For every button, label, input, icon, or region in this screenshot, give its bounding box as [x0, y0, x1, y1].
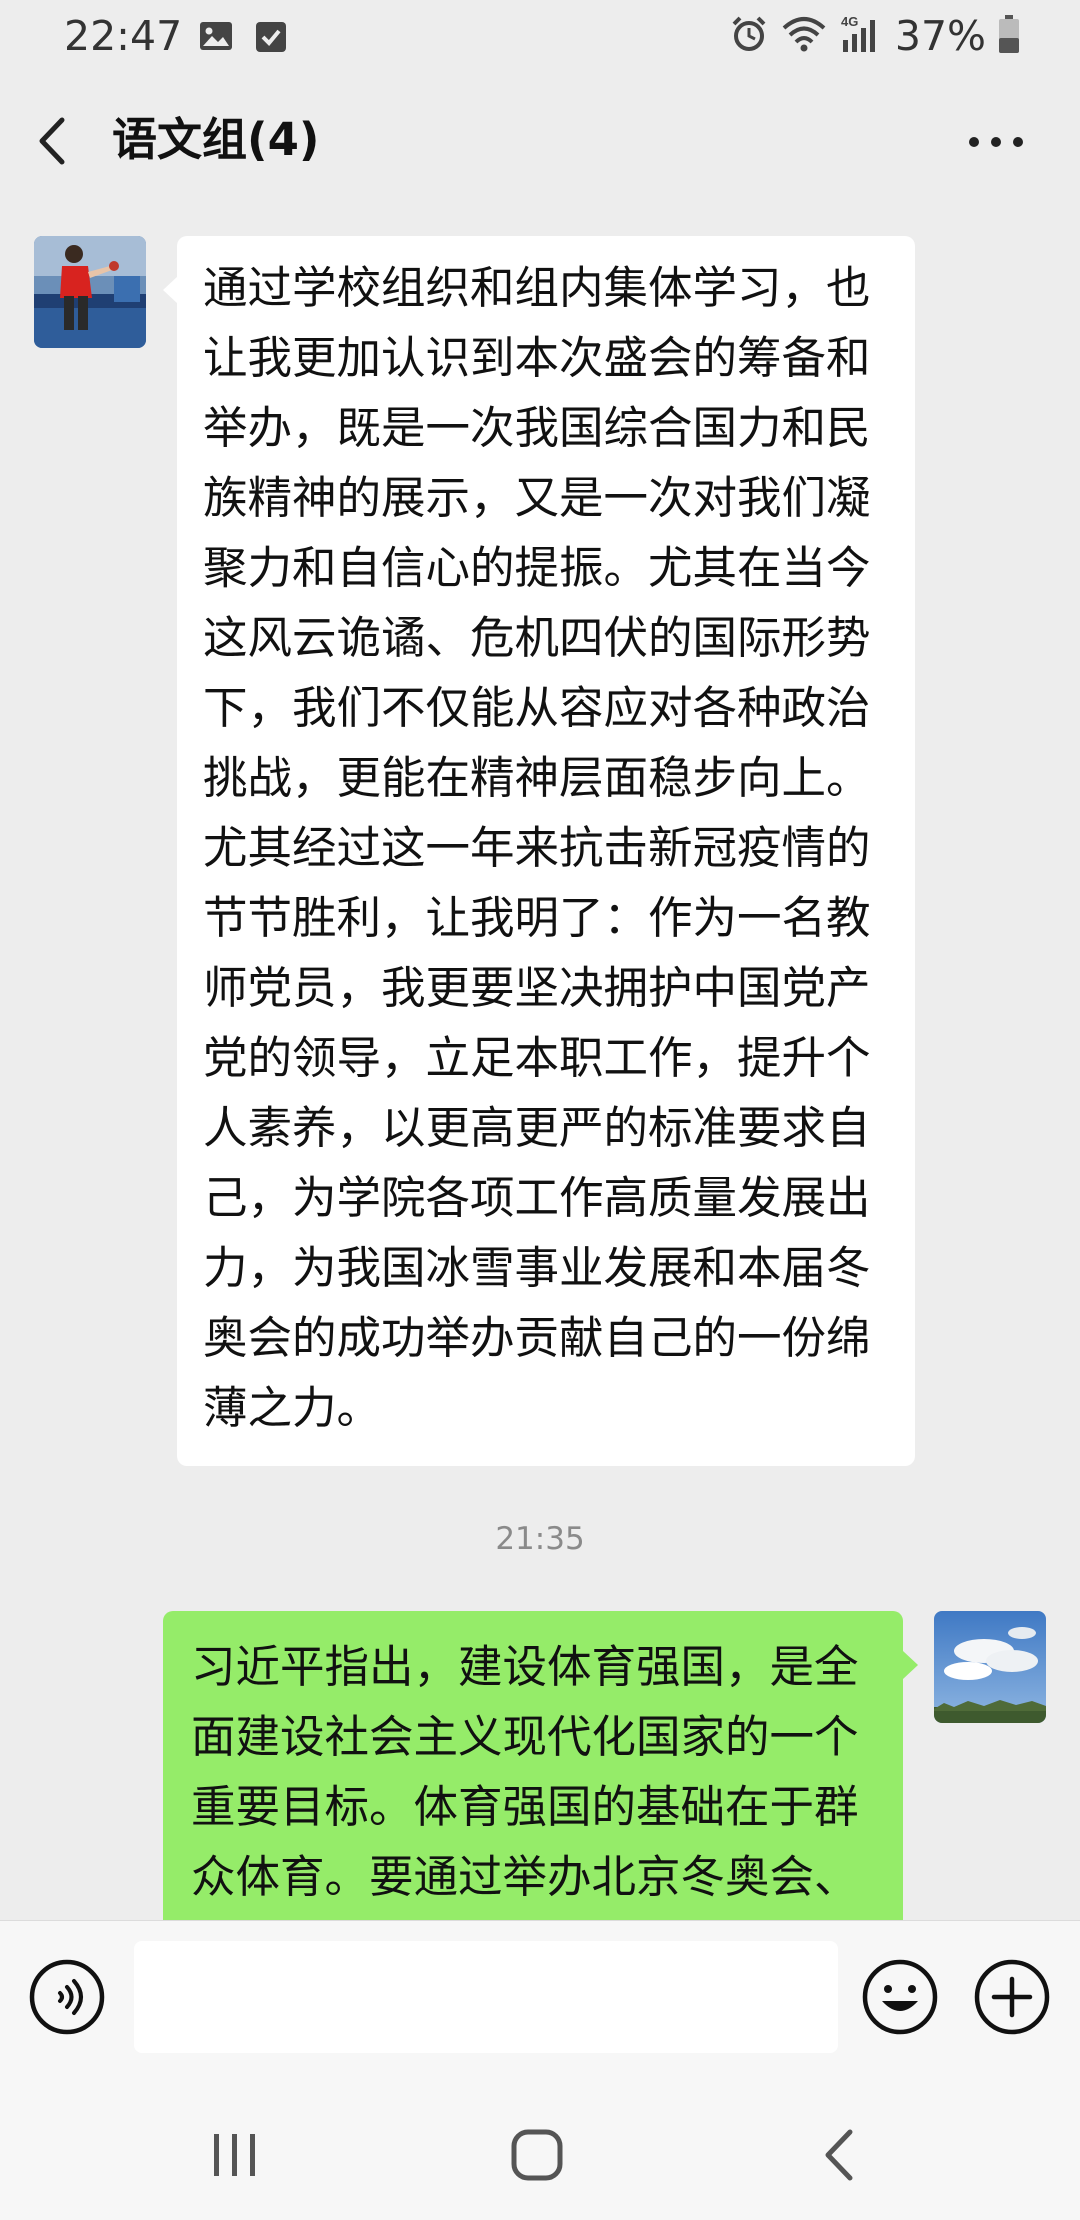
- message-timestamp: 21:35: [495, 1521, 585, 1557]
- sky-clouds-photo: [934, 1611, 1046, 1723]
- 4g-signal-icon: 4G: [839, 14, 883, 58]
- voice-icon: [29, 1959, 105, 2035]
- image-icon: [198, 20, 234, 56]
- status-right-group: 4G 37%: [729, 8, 1020, 64]
- battery-icon: [998, 14, 1020, 58]
- back-button[interactable]: [26, 108, 86, 174]
- message-input-bar: [0, 1920, 1080, 2085]
- back-icon: [825, 2129, 853, 2181]
- more-functions-button[interactable]: [972, 1957, 1052, 2037]
- checkbox-icon: [254, 20, 288, 58]
- ellipsis-icon: [969, 137, 1023, 147]
- system-navigation-bar: [0, 2084, 1080, 2220]
- status-bar: 22:47 4G 37%: [0, 0, 1080, 78]
- title-bar: 语文组(4): [0, 78, 1080, 204]
- chat-title: 语文组(4): [112, 113, 320, 166]
- svg-text:4G: 4G: [841, 14, 858, 29]
- incoming-message-bubble[interactable]: 通过学校组织和组内集体学习，也 让我更加认识到本次盛会的筹备和 举办，既是一次我…: [163, 236, 915, 1466]
- alarm-icon: [729, 14, 769, 58]
- battery-percent: 37%: [894, 12, 986, 60]
- chat-message-list[interactable]: 通过学校组织和组内集体学习，也 让我更加认识到本次盛会的筹备和 举办，既是一次我…: [0, 204, 1080, 1920]
- emoji-icon: [862, 1959, 938, 2035]
- system-back-button[interactable]: [806, 2120, 876, 2190]
- wechat-group-chat-screen: 22:47 4G 37% 语文组(4) 通过学校组织和组内集体学习，也 让我更加…: [0, 0, 1080, 2220]
- message-text-input[interactable]: [134, 1941, 838, 2053]
- chevron-left-icon: [39, 117, 65, 165]
- table-tennis-photo: [34, 236, 146, 348]
- recent-apps-button[interactable]: [200, 2120, 270, 2190]
- voice-input-button[interactable]: [27, 1957, 107, 2037]
- plus-icon: [974, 1959, 1050, 2035]
- sender-avatar[interactable]: [34, 236, 146, 348]
- more-options-button[interactable]: [956, 112, 1036, 172]
- my-avatar[interactable]: [934, 1611, 1046, 1723]
- outgoing-message-bubble[interactable]: 习近平指出，建设体育强国，是全 面建设社会主义现代化国家的一个 重要目标。体育强…: [163, 1611, 918, 1920]
- wifi-icon: [781, 14, 827, 58]
- home-icon: [511, 2129, 563, 2181]
- emoji-button[interactable]: [860, 1957, 940, 2037]
- home-button[interactable]: [502, 2120, 572, 2190]
- status-time: 22:47: [64, 12, 183, 60]
- recent-apps-icon: [214, 2134, 255, 2176]
